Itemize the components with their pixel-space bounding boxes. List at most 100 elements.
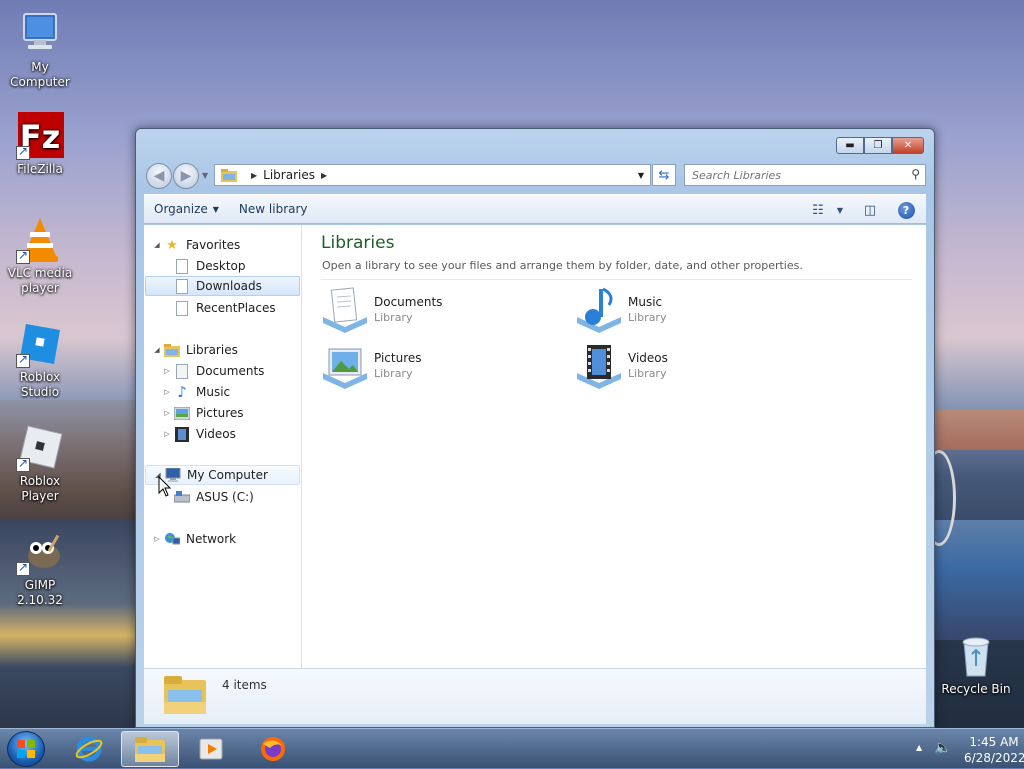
library-documents[interactable]: Documents Library — [321, 285, 551, 335]
explorer-window[interactable]: ▬ ❐ ✕ ◀ ▶ ▼ ▶ Libraries ▶ ▼ ⇆ Search Lib… — [135, 128, 935, 728]
taskbar-media-player[interactable] — [182, 731, 240, 767]
item-count: 4 items — [222, 678, 267, 692]
mouse-cursor-icon — [158, 476, 172, 497]
library-music[interactable]: Music Library — [575, 285, 805, 335]
search-box[interactable]: ⚲ — [684, 164, 926, 186]
nav-network[interactable]: ▷ Network — [152, 529, 236, 549]
details-pane: 4 items — [144, 668, 926, 724]
library-videos[interactable]: Videos Library — [575, 341, 805, 391]
caption-buttons: ▬ ❐ ✕ — [836, 137, 924, 154]
desktop-icon-roblox-studio[interactable]: Roblox Studio — [0, 320, 80, 400]
recycle-bin-icon — [952, 632, 1000, 680]
help-button[interactable]: ? — [892, 198, 920, 222]
navigation-bar: ◀ ▶ ▼ ▶ Libraries ▶ ▼ ⇆ ⚲ — [144, 163, 926, 189]
libraries-folder-icon — [164, 342, 180, 358]
desktop-icon-my-computer[interactable]: My Computer — [0, 10, 80, 90]
nav-pictures[interactable]: ▷ Pictures — [162, 403, 244, 423]
content-pane[interactable]: Libraries Open a library to see your fil… — [303, 225, 926, 668]
desktop-icon-gimp[interactable]: GIMP 2.10.32 — [0, 528, 80, 608]
library-name: Documents — [374, 295, 443, 309]
forward-arrow-icon: ▶ — [180, 168, 192, 184]
desktop-icon-recycle-bin[interactable]: Recycle Bin — [936, 632, 1016, 697]
desktop-icon-label: Roblox Studio — [19, 370, 61, 399]
clock-time[interactable]: 1:45 AM — [964, 735, 1024, 749]
taskbar-windows-explorer[interactable] — [121, 731, 179, 767]
breadcrumb-libraries[interactable]: Libraries — [263, 168, 315, 182]
command-bar: Organize ▼ New library ☷ ▼ ◫ ? — [144, 194, 926, 224]
maximize-icon: ❐ — [873, 140, 883, 151]
nav-recentplaces[interactable]: RecentPlaces — [174, 298, 276, 318]
command-bar-right: ☷ ▼ ◫ ? — [804, 198, 920, 222]
nav-asus-c-drive[interactable]: ASUS (C:) — [174, 487, 254, 507]
expand-arrow-icon[interactable]: ▷ — [162, 430, 172, 438]
preview-pane-button[interactable]: ◫ — [856, 198, 884, 222]
organize-button[interactable]: Organize ▼ — [144, 197, 229, 221]
maximize-button[interactable]: ❐ — [864, 137, 892, 154]
content-divider — [321, 279, 912, 280]
expand-arrow-icon[interactable]: ▷ — [162, 409, 172, 417]
change-view-button[interactable]: ☷ — [804, 198, 832, 222]
desktop-icon-vlc[interactable]: VLC media player — [0, 216, 80, 296]
navigation-pane[interactable]: ◢ ★ Favorites Desktop Downloads RecentPl… — [144, 225, 302, 668]
expand-arrow-icon[interactable]: ▷ — [152, 535, 162, 543]
forward-button[interactable]: ▶ — [173, 163, 199, 189]
library-pictures[interactable]: Pictures Library — [321, 341, 551, 391]
volume-icon[interactable]: 🔈 — [934, 740, 951, 756]
start-button[interactable] — [7, 731, 45, 767]
nav-music[interactable]: ▷ ♪ Music — [162, 382, 230, 402]
address-bar[interactable]: ▶ Libraries ▶ ▼ — [214, 164, 651, 186]
expand-arrow-icon[interactable]: ▷ — [162, 388, 172, 396]
view-options-icon: ☷ — [812, 202, 824, 218]
new-library-button[interactable]: New library — [229, 197, 318, 221]
breadcrumb-separator-icon[interactable]: ▶ — [251, 171, 257, 180]
libraries-folder-icon — [221, 168, 237, 182]
nav-documents[interactable]: ▷ Documents — [162, 361, 264, 381]
nav-desktop[interactable]: Desktop — [174, 256, 246, 276]
new-library-label: New library — [238, 202, 308, 216]
address-history-dropdown-icon[interactable]: ▼ — [638, 171, 644, 180]
nav-downloads[interactable]: Downloads — [145, 276, 300, 296]
nav-label: Pictures — [196, 406, 244, 420]
content-title: Libraries — [321, 233, 395, 253]
search-icon[interactable]: ⚲ — [911, 167, 920, 181]
collapse-arrow-icon[interactable]: ◢ — [152, 346, 162, 354]
expand-arrow-icon[interactable]: ▷ — [162, 367, 172, 375]
gimp-icon — [16, 528, 64, 576]
videos-library-icon — [577, 345, 621, 389]
vlc-icon — [16, 216, 64, 264]
show-hidden-icons-button[interactable]: ▲ — [916, 743, 922, 752]
nav-label: Videos — [196, 427, 236, 441]
nav-label: Network — [186, 532, 237, 546]
minimize-button[interactable]: ▬ — [836, 137, 864, 154]
taskbar-internet-explorer[interactable] — [60, 731, 118, 767]
taskbar: ▲ 🔈 1:45 AM 6/28/2022 — [0, 728, 1024, 768]
content-subtitle: Open a library to see your files and arr… — [322, 259, 803, 272]
view-dropdown-button[interactable]: ▼ — [832, 198, 848, 222]
pictures-icon — [174, 405, 190, 421]
taskbar-firefox[interactable] — [244, 731, 302, 767]
desktop-icon-label: Recycle Bin — [941, 682, 1011, 696]
library-name: Pictures — [374, 351, 422, 365]
nav-videos[interactable]: ▷ Videos — [162, 424, 236, 444]
desktop-icon-label: FileZilla — [17, 162, 63, 176]
wallpaper-city-right — [934, 410, 1024, 450]
library-kind: Library — [374, 311, 413, 324]
breadcrumb-separator-icon[interactable]: ▶ — [321, 171, 327, 180]
refresh-button[interactable]: ⇆ — [652, 164, 676, 186]
nav-label: Desktop — [196, 259, 246, 273]
recent-pages-dropdown[interactable]: ▼ — [202, 171, 208, 180]
close-button[interactable]: ✕ — [892, 137, 924, 154]
media-player-icon — [199, 738, 223, 760]
collapse-arrow-icon[interactable]: ◢ — [152, 241, 162, 249]
star-icon: ★ — [166, 237, 178, 253]
nav-libraries[interactable]: ◢ Libraries — [152, 340, 238, 360]
nav-label: Downloads — [196, 279, 262, 293]
search-input[interactable] — [685, 165, 895, 185]
clock-date[interactable]: 6/28/2022 — [964, 751, 1024, 765]
pictures-library-icon — [323, 348, 367, 389]
nav-favorites[interactable]: ◢ ★ Favorites — [152, 235, 240, 255]
nav-label: RecentPlaces — [196, 301, 276, 315]
desktop-icon-roblox-player[interactable]: Roblox Player — [0, 424, 80, 504]
desktop-icon-filezilla[interactable]: Fz FileZilla — [0, 112, 80, 177]
back-button[interactable]: ◀ — [146, 163, 172, 189]
